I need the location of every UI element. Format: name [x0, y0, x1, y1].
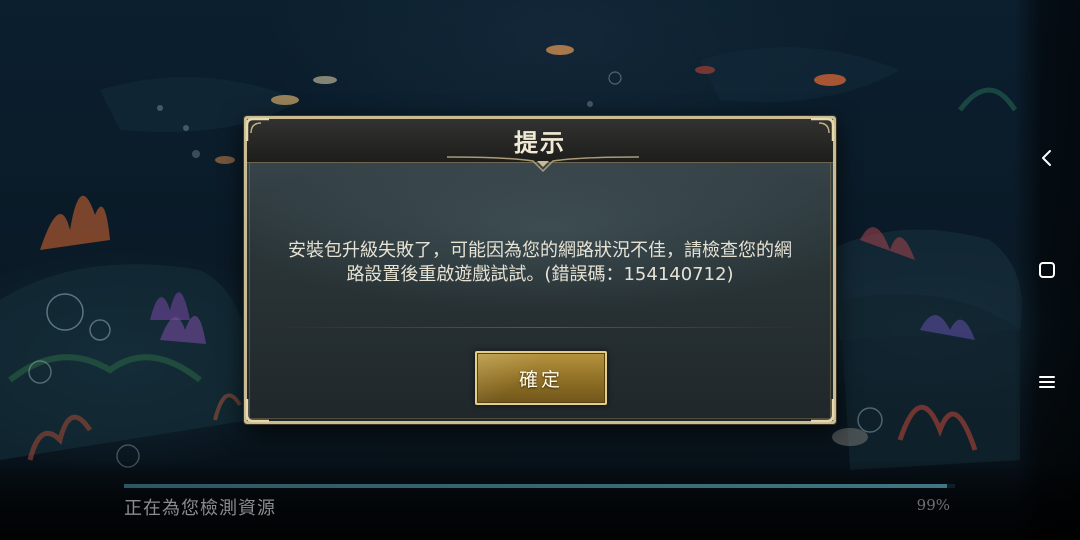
corner-ornament-icon [245, 399, 269, 423]
dialog-message-line: 安裝包升級失敗了，可能因為您的網路狀況不佳，請檢查您的網 [288, 240, 792, 261]
confirm-button[interactable]: 確定 [475, 351, 607, 405]
loading-progress-bar [124, 484, 955, 488]
corner-ornament-icon [811, 399, 835, 423]
corner-ornament-icon [811, 117, 835, 141]
confirm-button-label: 確定 [518, 368, 563, 391]
header-ornament-icon [447, 156, 639, 173]
dialog-message: 安裝包升級失敗了，可能因為您的網路狀況不佳，請檢查您的網 路設置後重啟遊戲試試。… [257, 239, 823, 287]
hamburger-icon [1039, 376, 1055, 388]
loading-status-text: 正在為您檢測資源 [124, 498, 276, 519]
corner-ornament-icon [245, 117, 269, 141]
nav-home-button[interactable] [1029, 252, 1065, 288]
loading-percent-text: 99% [916, 496, 950, 514]
nav-recents-button[interactable] [1029, 364, 1065, 400]
system-navigation-bar [1014, 0, 1080, 540]
loading-progress-fill [124, 484, 947, 488]
dialog-title: 提示 [514, 129, 566, 157]
dialog-divider [277, 327, 803, 328]
chevron-left-icon [1042, 150, 1051, 166]
dialog-message-line: 路設置後重啟遊戲試試。(錯誤碼：154140712) [346, 264, 734, 285]
rounded-square-icon [1039, 262, 1055, 278]
nav-back-button[interactable] [1029, 140, 1065, 176]
alert-dialog: 提示 安裝包升級失敗了，可能因為您的網路狀況不佳，請檢查您的網 路設置後重啟遊戲… [244, 116, 836, 424]
